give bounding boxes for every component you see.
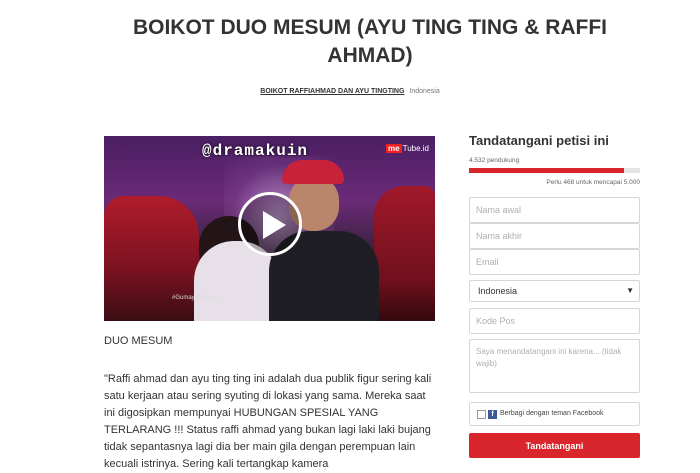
postcode-input[interactable]	[469, 308, 640, 334]
sign-title: Tandatangani petisi ini	[469, 133, 609, 148]
supporters-count: 4.532 pendukung	[469, 157, 520, 164]
facebook-icon: f	[488, 410, 497, 419]
video-brand: me Tube.id	[386, 144, 429, 153]
video-player[interactable]: @dramakuin me Tube.id #Gumaya@kanal...	[104, 136, 435, 321]
last-name-input[interactable]	[469, 223, 640, 249]
video-tag: #Gumaya@kanal...	[172, 295, 224, 301]
video-scene	[374, 186, 435, 321]
play-button[interactable]	[238, 192, 302, 256]
progress-fill	[469, 168, 624, 173]
country-select[interactable]: Indonesia ▼	[469, 280, 640, 302]
content-body: "Raffi ahmad dan ayu ting ting ini adala…	[104, 373, 432, 470]
video-watermark: @dramakuin	[202, 142, 309, 160]
petition-meta: BOIKOT RAFFIAHMAD DAN AYU TINGTING Indon…	[0, 88, 700, 95]
first-name-input[interactable]	[469, 197, 640, 223]
signature-progress-bar	[469, 168, 640, 173]
video-scene	[104, 196, 199, 321]
email-input[interactable]	[469, 249, 640, 275]
petition-country: Indonesia	[409, 88, 440, 95]
facebook-share-option[interactable]: f Berbagi dengan teman Facebook	[469, 402, 640, 426]
petition-title: BOIKOT DUO MESUM (AYU TING TING & RAFFI …	[132, 16, 608, 67]
country-select-value: Indonesia	[478, 286, 518, 296]
author-link[interactable]: BOIKOT RAFFIAHMAD DAN AYU TINGTING	[260, 88, 404, 95]
video-scene	[282, 160, 344, 184]
sign-submit-button[interactable]: Tandatangani	[469, 433, 640, 458]
caret-down-icon: ▼	[626, 286, 634, 295]
play-icon	[263, 211, 286, 239]
video-brand-suffix: Tube.id	[402, 144, 429, 153]
video-brand-prefix: me	[386, 144, 402, 153]
share-label: Berbagi dengan teman Facebook	[500, 410, 604, 417]
reason-textarea[interactable]	[469, 339, 640, 393]
content-heading: DUO MESUM	[104, 335, 173, 347]
remaining-count: Perlu 468 untuk mencapai 5.000	[546, 179, 640, 186]
share-checkbox[interactable]	[477, 410, 486, 419]
